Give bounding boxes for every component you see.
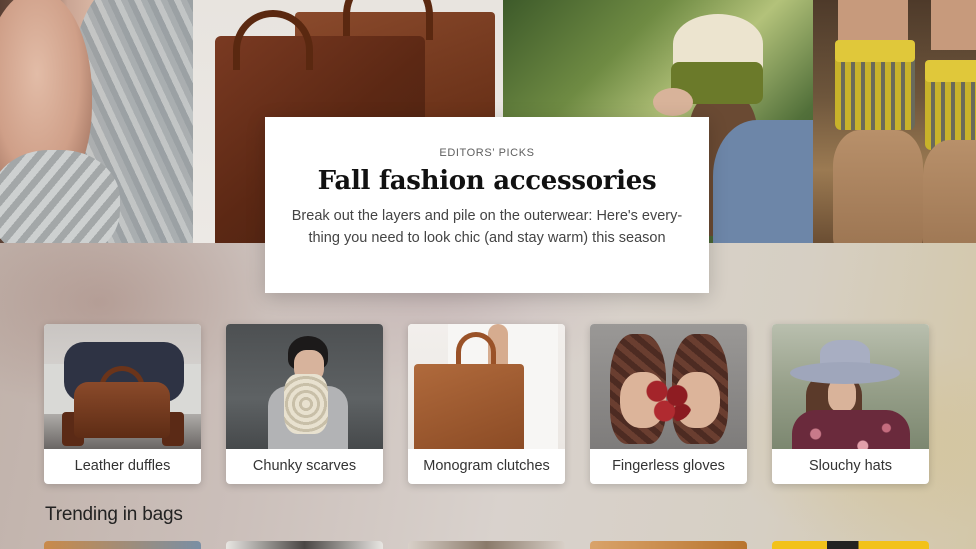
wool-socks-boots-photo (813, 0, 976, 243)
category-tiles: Leather duffles Chunky scarves Monogram … (44, 324, 934, 484)
category-tile-slouchy-hats[interactable]: Slouchy hats (772, 324, 929, 484)
category-label: Leather duffles (74, 458, 171, 474)
category-label: Slouchy hats (808, 458, 893, 474)
tote-bag-photo (408, 324, 565, 449)
leather-duffle-photo (44, 324, 201, 449)
trending-bag-tile[interactable] (226, 541, 383, 549)
editors-picks-title: Fall fashion accessories (317, 166, 657, 196)
category-tile-fingerless-gloves[interactable]: Fingerless gloves (590, 324, 747, 484)
editors-picks-description: Break out the layers and pile on the out… (291, 208, 683, 246)
category-label: Monogram clutches (423, 458, 550, 474)
chunky-scarf-photo (226, 324, 383, 449)
section-title-trending-bags: Trending in bags (45, 504, 183, 525)
editors-picks-card[interactable]: EDITORS’ PICKS Fall fashion accessories … (265, 117, 709, 293)
trending-bag-tile[interactable] (772, 541, 929, 549)
editors-picks-eyebrow: EDITORS’ PICKS (439, 147, 535, 159)
fingerless-gloves-photo (590, 324, 747, 449)
trending-bag-tile[interactable] (44, 541, 201, 549)
category-label: Fingerless gloves (612, 458, 725, 474)
category-tile-monogram-clutches[interactable]: Monogram clutches (408, 324, 565, 484)
slouchy-hat-photo (772, 324, 929, 449)
trending-bag-tile[interactable] (590, 541, 747, 549)
category-tile-chunky-scarves[interactable]: Chunky scarves (226, 324, 383, 484)
chunky-knit-scarf-photo (0, 0, 193, 243)
trending-bag-tile[interactable] (408, 541, 565, 549)
category-label: Chunky scarves (252, 458, 357, 474)
category-tile-leather-duffles[interactable]: Leather duffles (44, 324, 201, 484)
